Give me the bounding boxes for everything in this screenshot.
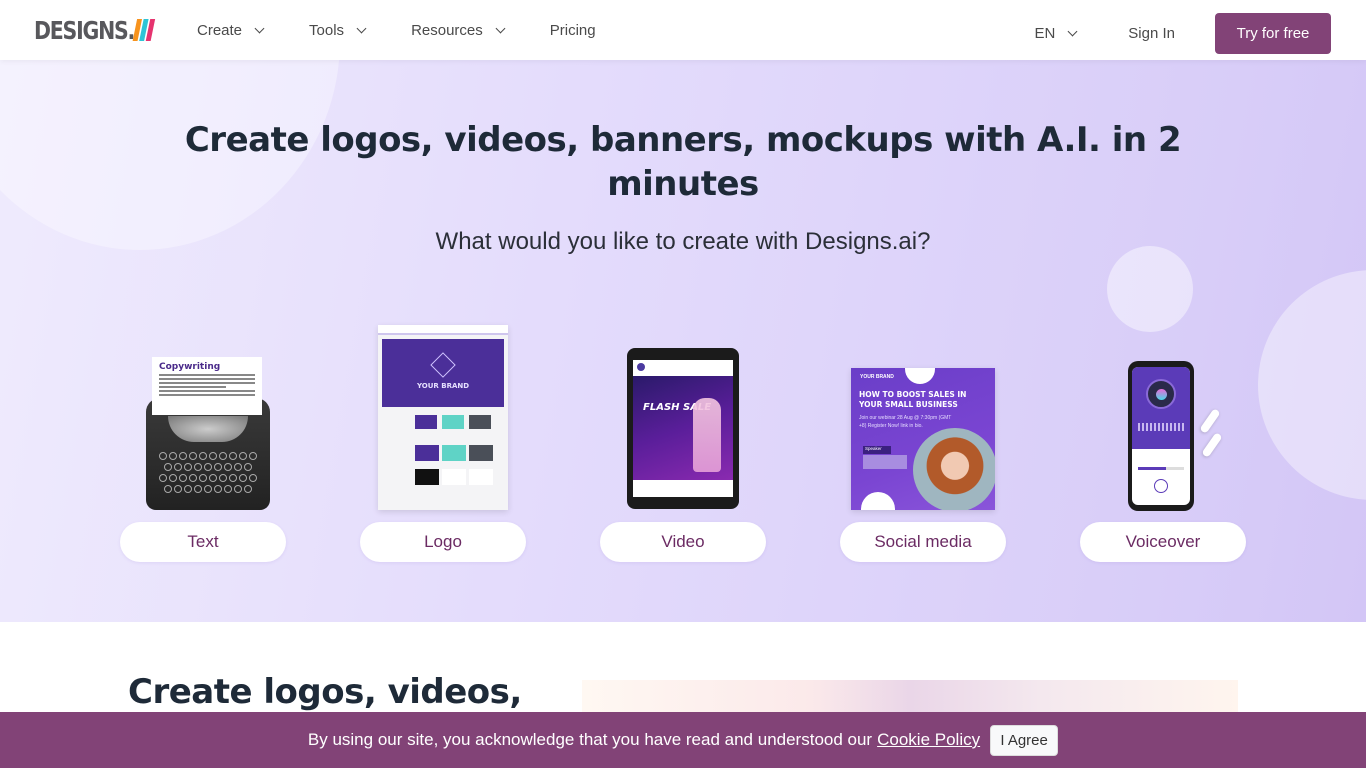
text-line — [159, 382, 255, 384]
branding-kit-image: YOUR BRAND — [378, 325, 508, 510]
nav-resources[interactable]: Resources — [411, 21, 506, 39]
text-option-button[interactable]: Text — [120, 522, 286, 562]
kit-brand-banner: YOUR BRAND — [382, 339, 504, 407]
speaker-photo — [913, 428, 995, 510]
speaker-label: Speaker — [863, 446, 891, 454]
text-line — [159, 390, 255, 392]
tablet-screen: FLASH SALE — [633, 360, 733, 497]
nav-tools[interactable]: Tools — [309, 21, 367, 39]
typewriter-face — [168, 416, 248, 442]
logo-ai-mark — [132, 19, 156, 41]
voiceover-option-button[interactable]: Voiceover — [1080, 522, 1246, 562]
earbud-icon — [1199, 408, 1221, 434]
chevron-down-icon — [254, 23, 265, 33]
chevron-down-icon — [356, 23, 367, 33]
nav-create[interactable]: Create — [197, 21, 265, 39]
vr-girl-figure — [693, 398, 721, 472]
phone-image — [1128, 361, 1194, 511]
key-row — [154, 474, 262, 482]
avatar — [637, 363, 645, 371]
decorative-circle — [1258, 270, 1366, 500]
nav-resources-label: Resources — [411, 21, 483, 39]
logo-option-button[interactable]: Logo — [360, 522, 526, 562]
agree-button[interactable]: I Agree — [990, 724, 1059, 756]
nav-pricing-label: Pricing — [549, 21, 596, 39]
phone-screen — [1132, 367, 1190, 505]
hero-title: Create logos, videos, banners, mockups w… — [184, 120, 1182, 204]
key-row — [154, 485, 262, 493]
text-line — [159, 374, 255, 376]
decorative-circle — [1107, 246, 1193, 332]
chevron-down-icon — [495, 23, 506, 33]
header-actions: EN Sign In Try for free — [1034, 13, 1331, 54]
typewriter-keys — [154, 452, 262, 496]
hero-section: Create logos, videos, banners, mockups w… — [0, 60, 1366, 622]
waveform — [1138, 423, 1184, 431]
kit-title-bar — [378, 325, 508, 335]
post-header — [633, 360, 733, 374]
hero-subtitle: What would you like to create with Desig… — [435, 228, 931, 255]
key-row — [154, 452, 262, 460]
social-brand: YOUR BRAND — [860, 374, 894, 380]
language-label: EN — [1034, 25, 1056, 42]
earbud-icon — [1201, 432, 1223, 458]
sign-in-link[interactable]: Sign In — [1128, 25, 1175, 42]
playback-progress — [1138, 467, 1184, 470]
cookie-text: By using our site, you acknowledge that … — [307, 730, 873, 749]
color-variations — [415, 445, 508, 461]
typewriter-paper: Copywriting — [152, 357, 262, 415]
text-line — [159, 386, 227, 388]
designs-ai-logo[interactable]: DESIGNS. — [34, 15, 156, 45]
text-line — [159, 394, 255, 396]
social-media-option-button[interactable]: Social media — [840, 522, 1006, 562]
decorative-circle — [905, 368, 935, 384]
text-line — [159, 378, 255, 380]
speaker-name-box — [863, 455, 907, 469]
key-row — [154, 463, 262, 471]
tablet-image: FLASH SALE — [627, 348, 739, 509]
color-variations-2 — [415, 469, 508, 485]
cookie-policy-link[interactable]: Cookie Policy — [877, 730, 980, 750]
section-title: Create logos, videos, — [128, 672, 522, 712]
recorder-panel — [1132, 367, 1190, 449]
social-headline: HOW TO BOOST SALES IN YOUR SMALL BUSINES… — [859, 390, 967, 409]
logo-text: DESIGNS. — [34, 15, 135, 45]
geometric-logo-icon — [430, 352, 456, 378]
social-post-image: YOUR BRAND HOW TO BOOST SALES IN YOUR SM… — [851, 368, 995, 510]
site-header: DESIGNS. Create Tools Resources Pricing … — [0, 0, 1366, 60]
social-body: Join our webinar 28 Aug @ 7:30pm (GMT +8… — [859, 415, 952, 429]
video-option-button[interactable]: Video — [600, 522, 766, 562]
main-nav: Create Tools Resources Pricing — [197, 0, 642, 60]
decorative-circle — [861, 492, 895, 510]
nav-pricing[interactable]: Pricing — [550, 22, 596, 39]
mic-disc — [1146, 379, 1176, 409]
paper-heading: Copywriting — [159, 362, 221, 372]
flash-sale-video: FLASH SALE — [633, 376, 733, 480]
try-for-free-button[interactable]: Try for free — [1215, 13, 1331, 54]
nav-tools-label: Tools — [309, 21, 345, 39]
brand-text: YOUR BRAND — [416, 382, 470, 390]
nav-create-label: Create — [197, 21, 243, 39]
chevron-down-icon — [1067, 26, 1078, 37]
microphone-icon — [1156, 389, 1167, 400]
play-icon — [1154, 479, 1168, 493]
language-selector[interactable]: EN — [1034, 25, 1078, 42]
cookie-banner: By using our site, you acknowledge that … — [0, 712, 1366, 768]
color-palette — [415, 415, 508, 429]
